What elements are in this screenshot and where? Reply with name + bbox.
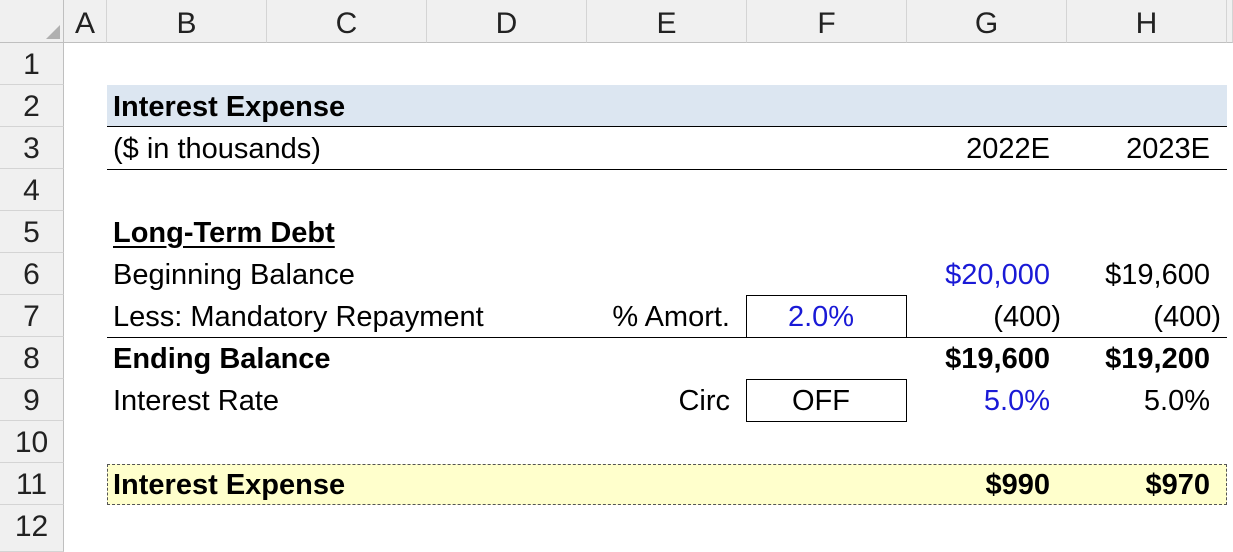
row-header-9[interactable]: 9 (0, 379, 64, 421)
row-header-5[interactable]: 5 (0, 211, 64, 253)
circ-toggle[interactable]: OFF (747, 380, 895, 422)
row-header-10[interactable]: 10 (0, 421, 64, 463)
row-header-11[interactable]: 11 (0, 463, 64, 505)
amort-label[interactable]: % Amort. (587, 296, 730, 338)
interest-rate-2023[interactable]: 5.0% (1067, 380, 1210, 422)
column-header-i[interactable] (1227, 0, 1233, 43)
column-header-e[interactable]: E (587, 0, 747, 43)
column-header-h[interactable]: H (1067, 0, 1227, 43)
column-header-a[interactable]: A (64, 0, 107, 43)
year-2023-header[interactable]: 2023E (1067, 128, 1210, 170)
column-header-d[interactable]: D (427, 0, 587, 43)
amort-input[interactable]: 2.0% (747, 296, 895, 338)
repayment-label[interactable]: Less: Mandatory Repayment (113, 296, 484, 338)
column-header-b[interactable]: B (107, 0, 267, 43)
row-header-8[interactable]: 8 (0, 337, 64, 379)
beginning-balance-2023[interactable]: $19,600 (1067, 254, 1210, 296)
select-all-corner[interactable] (0, 0, 64, 43)
ending-balance-2022[interactable]: $19,600 (907, 338, 1050, 380)
year-2022-header[interactable]: 2022E (907, 128, 1050, 170)
beginning-balance-label[interactable]: Beginning Balance (113, 254, 355, 296)
units-cell[interactable]: ($ in thousands) (113, 128, 321, 170)
spreadsheet: A B C D E F G H 1 2 3 4 5 6 7 8 9 10 11 … (0, 0, 1233, 552)
beginning-balance-2022[interactable]: $20,000 (907, 254, 1050, 296)
column-header-c[interactable]: C (267, 0, 427, 43)
row-header-1[interactable]: 1 (0, 43, 64, 85)
repayment-2023[interactable]: (400) (1067, 296, 1221, 338)
row-header-12[interactable]: 12 (0, 505, 64, 552)
interest-rate-label[interactable]: Interest Rate (113, 380, 279, 422)
interest-expense-2022[interactable]: $990 (907, 464, 1050, 506)
row-header-3[interactable]: 3 (0, 127, 64, 169)
row-header-7[interactable]: 7 (0, 295, 64, 337)
title-cell[interactable]: Interest Expense (113, 86, 345, 128)
column-header-g[interactable]: G (907, 0, 1067, 43)
row-header-4[interactable]: 4 (0, 169, 64, 211)
row-header-2[interactable]: 2 (0, 85, 64, 127)
interest-rate-2022[interactable]: 5.0% (907, 380, 1050, 422)
column-header-f[interactable]: F (747, 0, 907, 43)
ending-balance-2023[interactable]: $19,200 (1067, 338, 1210, 380)
interest-expense-label[interactable]: Interest Expense (113, 464, 345, 506)
section-header-long-term-debt[interactable]: Long-Term Debt (113, 212, 335, 254)
circ-label[interactable]: Circ (587, 380, 730, 422)
interest-expense-2023[interactable]: $970 (1067, 464, 1210, 506)
ending-balance-label[interactable]: Ending Balance (113, 338, 331, 380)
repayment-2022[interactable]: (400) (907, 296, 1061, 338)
row-header-6[interactable]: 6 (0, 253, 64, 295)
